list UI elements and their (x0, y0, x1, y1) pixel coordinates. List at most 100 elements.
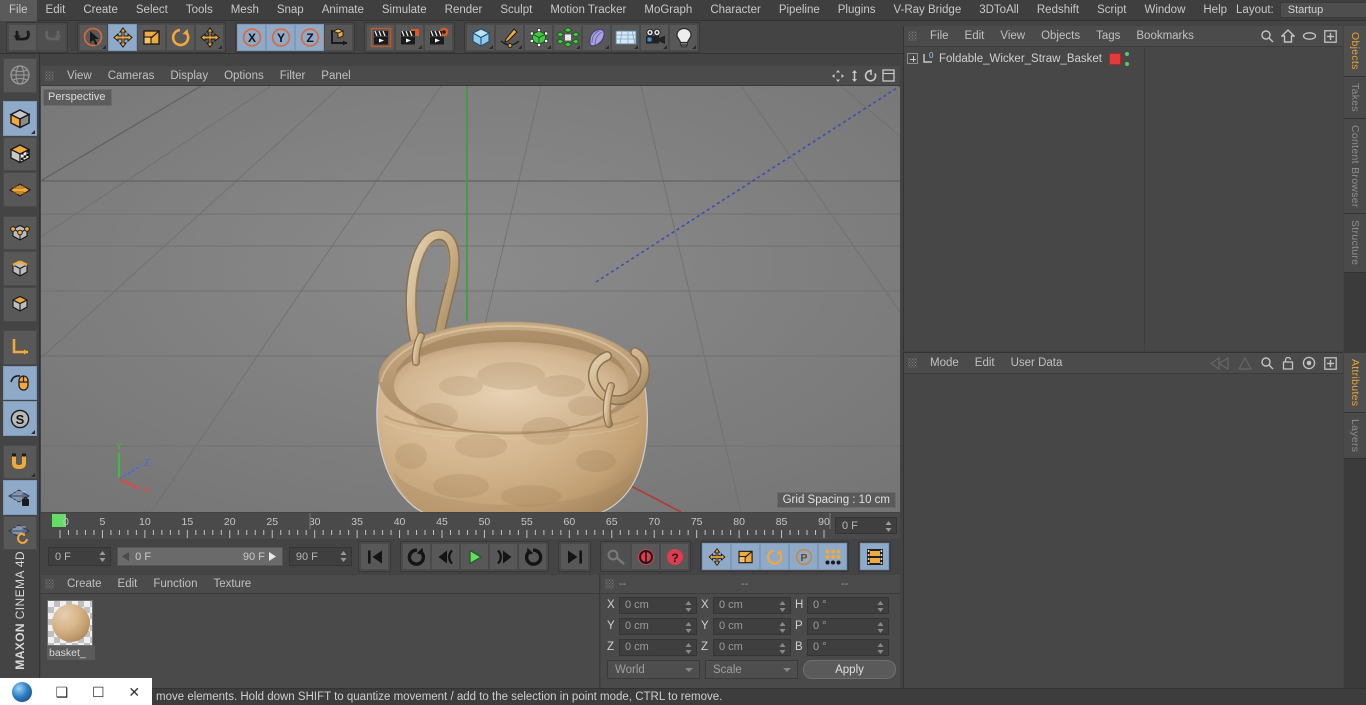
keyframe-selection-button[interactable]: ? (660, 543, 689, 570)
add-camera-button[interactable] (640, 23, 669, 51)
preview-range-slider[interactable]: 0 F 90 F (117, 547, 283, 566)
target-icon[interactable] (1302, 356, 1316, 370)
search-icon[interactable] (1260, 356, 1274, 370)
spinner-arrows-icon[interactable] (877, 600, 884, 612)
material-menu-function[interactable]: Function (145, 574, 205, 594)
play-button[interactable] (460, 543, 489, 570)
tab-attributes[interactable]: Attributes (1344, 352, 1366, 414)
tab-structure[interactable]: Structure (1344, 214, 1366, 273)
x-axis-lock-button[interactable]: X (237, 23, 266, 51)
object-menu-bookmarks[interactable]: Bookmarks (1128, 26, 1202, 46)
spinner-arrows-icon[interactable] (340, 551, 347, 562)
close-window-icon[interactable]: ✕ (128, 685, 140, 699)
spinner-arrows-icon[interactable] (779, 621, 786, 633)
point-mode-button[interactable] (2, 215, 37, 251)
material-tag-icon[interactable] (1109, 52, 1121, 65)
workplane-align-button[interactable] (2, 515, 37, 551)
spinner-arrows-icon[interactable] (685, 642, 692, 654)
perspective-viewport[interactable]: Perspective Grid Spacing : 10 cm Y Z X (41, 86, 900, 512)
menu-item-render[interactable]: Render (436, 0, 492, 21)
menu-item-file[interactable]: File (0, 0, 37, 21)
menu-item-create[interactable]: Create (74, 0, 127, 21)
make-editable-button[interactable] (2, 58, 37, 93)
tab-layers[interactable]: Layers (1344, 413, 1366, 460)
go-to-end-button[interactable] (560, 543, 589, 570)
tab-objects[interactable]: Objects (1344, 26, 1366, 77)
world-object-coord-button[interactable] (324, 23, 353, 51)
maximize-view-icon[interactable] (882, 69, 895, 82)
expand-toggle-icon[interactable] (907, 53, 918, 64)
tab-content-browser[interactable]: Content Browser (1344, 118, 1366, 215)
spinner-arrows-icon[interactable] (779, 600, 786, 612)
step-forward-button[interactable] (489, 543, 518, 570)
object-menu-edit[interactable]: Edit (957, 26, 993, 46)
plus-box-icon[interactable] (1324, 356, 1337, 370)
viewport-menu-cameras[interactable]: Cameras (100, 66, 163, 86)
menu-item-pipeline[interactable]: Pipeline (770, 0, 829, 21)
menu-item-mograph[interactable]: MoGraph (635, 0, 701, 21)
add-cube-button[interactable] (466, 23, 495, 51)
attribute-menu-edit[interactable]: Edit (967, 353, 1003, 373)
undo-button[interactable] (8, 23, 37, 51)
rotation-b-field[interactable]: 0 ° (807, 638, 889, 656)
panel-grip-icon[interactable] (908, 31, 917, 41)
end-frame-field[interactable]: 90 F (288, 547, 352, 566)
menu-item-snap[interactable]: Snap (268, 0, 313, 21)
viewport-menu-display[interactable]: Display (162, 66, 216, 86)
go-to-start-button[interactable] (360, 543, 389, 570)
spinner-arrows-icon[interactable] (779, 642, 786, 654)
axis-modify-button[interactable] (2, 330, 37, 365)
menu-item-3dtoall[interactable]: 3DToAll (970, 0, 1028, 21)
menu-item-mesh[interactable]: Mesh (222, 0, 268, 21)
snap-magnet-button[interactable] (2, 444, 37, 480)
eye-icon[interactable] (1302, 31, 1317, 41)
position-x-field[interactable]: 0 cm (619, 596, 697, 614)
material-item[interactable]: basket_ (47, 600, 95, 660)
live-selection-button[interactable] (79, 23, 108, 51)
param-key-button[interactable]: P (789, 543, 818, 570)
menu-item-script[interactable]: Script (1088, 0, 1135, 21)
position-z-field[interactable]: 0 cm (619, 638, 697, 656)
range-left-arrow-icon[interactable] (122, 552, 131, 561)
z-axis-lock-button[interactable]: Z (295, 23, 324, 51)
edge-mode-button[interactable] (2, 251, 37, 286)
material-menu-create[interactable]: Create (59, 574, 110, 594)
soft-selection-button[interactable]: S (2, 401, 37, 436)
step-back-button[interactable] (431, 543, 460, 570)
viewport-menu-view[interactable]: View (59, 66, 100, 86)
menu-item-simulate[interactable]: Simulate (373, 0, 436, 21)
attribute-menu-mode[interactable]: Mode (922, 353, 967, 373)
search-icon[interactable] (1260, 29, 1274, 43)
rotate-view-icon[interactable] (864, 69, 878, 83)
size-y-field[interactable]: 0 cm (713, 617, 791, 635)
play-forward-loop-button[interactable] (402, 543, 431, 570)
range-right-arrow-icon[interactable] (268, 552, 278, 561)
point-level-animation-button[interactable] (818, 543, 847, 570)
rotation-key-button[interactable] (760, 543, 789, 570)
spinner-arrows-icon[interactable] (877, 642, 884, 654)
zoom-vertical-icon[interactable] (849, 69, 860, 83)
rotation-h-field[interactable]: 0 ° (807, 596, 889, 614)
timeline-ruler[interactable]: 0 5 10 15 20 25 30 35 40 45 50 55 60 65 70 75 80 85 90 (52, 513, 838, 539)
apply-button[interactable]: Apply (803, 660, 896, 679)
panel-grip-icon[interactable] (45, 70, 54, 81)
object-toggle-dots[interactable] (1125, 51, 1133, 66)
forward-arrow-icon[interactable] (1238, 356, 1252, 370)
attribute-menu-user-data[interactable]: User Data (1003, 353, 1071, 373)
menu-item-animate[interactable]: Animate (313, 0, 373, 21)
add-scene-object-button[interactable] (611, 23, 640, 51)
add-light-button[interactable] (669, 23, 698, 51)
move-tool-button[interactable] (108, 23, 137, 51)
layout-dropdown[interactable]: Startup (1279, 2, 1366, 18)
restore-window-icon[interactable]: ❑ (56, 685, 69, 699)
model-mode-button[interactable] (2, 101, 37, 136)
menu-item-window[interactable]: Window (1135, 0, 1194, 21)
material-preview[interactable] (47, 600, 93, 646)
object-row-foldable-wicker-straw-basket[interactable]: 0 Foldable_Wicker_Straw_Basket (904, 49, 1343, 68)
menu-item-vray-bridge[interactable]: V-Ray Bridge (884, 0, 970, 21)
menu-item-help[interactable]: Help (1194, 0, 1236, 21)
spinner-arrows-icon[interactable] (877, 621, 884, 633)
add-mograph-button[interactable] (553, 23, 582, 51)
coord-system-dropdown[interactable]: World (607, 660, 700, 679)
transport-current-frame-field[interactable]: 0 F (48, 547, 112, 566)
